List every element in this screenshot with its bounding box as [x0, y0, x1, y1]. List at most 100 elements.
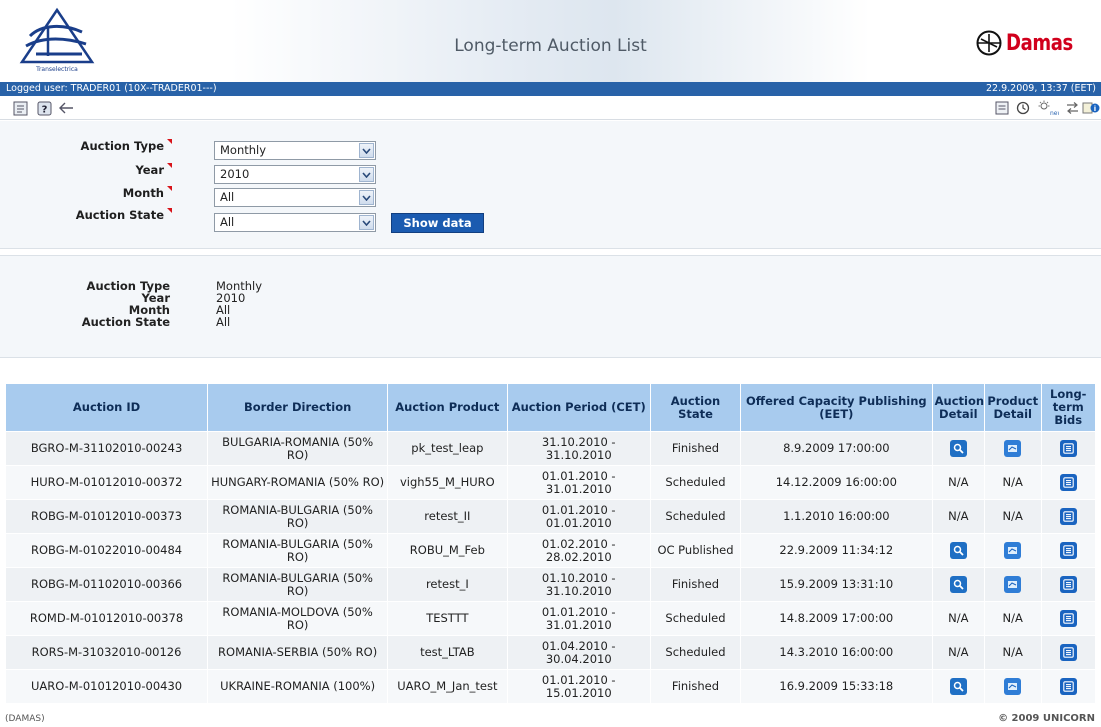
- cell-long-term-bids: [1040, 669, 1096, 704]
- month-select[interactable]: All: [214, 188, 376, 207]
- cell-auction-id: ROBG-M-01102010-00366: [4, 567, 209, 602]
- cell-auction-detail: N/A: [931, 499, 985, 534]
- long-term-bids-icon[interactable]: [1059, 542, 1077, 559]
- cell-auction-detail: [931, 669, 985, 704]
- cell-auction-detail: N/A: [931, 635, 985, 670]
- cell-auction-period: 01.04.2010 - 30.04.2010: [506, 635, 651, 670]
- long-term-bids-icon[interactable]: [1059, 678, 1077, 695]
- cell-product-detail-icon[interactable]: [1004, 678, 1022, 695]
- cell-auction-detail-icon[interactable]: [949, 440, 967, 457]
- cell-auction-state: Scheduled: [649, 601, 742, 636]
- cell-auction-state: OC Published: [649, 533, 742, 568]
- cell-auction-detail: [931, 567, 985, 602]
- cell-product-detail: N/A: [983, 465, 1042, 500]
- required-marker-icon: [167, 139, 172, 144]
- chevron-down-icon[interactable]: [359, 190, 374, 205]
- auction-type-label: Auction Type: [12, 139, 172, 153]
- back-arrow-icon[interactable]: [58, 100, 74, 116]
- cell-border-direction: UKRAINE-ROMANIA (100%): [207, 669, 389, 704]
- header-offered-capacity-publishing[interactable]: Offered Capacity Publishing (EET): [740, 383, 933, 432]
- cell-product-detail: N/A: [983, 601, 1042, 636]
- cell-product-detail: [983, 567, 1042, 602]
- required-marker-icon: [167, 186, 172, 191]
- toolbar: ? new i: [0, 96, 1101, 120]
- cell-auction-period: 31.10.2010 - 31.10.2010: [506, 431, 651, 466]
- cell-auction-detail-icon[interactable]: [949, 542, 967, 559]
- footer-app-name: (DAMAS): [5, 714, 45, 724]
- cell-auction-id: BGRO-M-31102010-00243: [4, 431, 209, 466]
- cell-auction-period: 01.10.2010 - 31.10.2010: [506, 567, 651, 602]
- cell-product-detail: [983, 431, 1042, 466]
- long-term-bids-icon[interactable]: [1059, 610, 1077, 627]
- header-auction-state[interactable]: Auction State: [649, 383, 742, 432]
- header-auction-id[interactable]: Auction ID: [4, 383, 209, 432]
- page-title: Long-term Auction List: [454, 36, 647, 56]
- chevron-down-icon[interactable]: [359, 167, 374, 182]
- damas-logo-text: Damas: [1005, 30, 1073, 56]
- clock-icon[interactable]: [1015, 100, 1031, 116]
- cell-auction-id: UARO-M-01012010-00430: [4, 669, 209, 704]
- header-auction-product[interactable]: Auction Product: [387, 383, 508, 432]
- table-row: ROMD-M-01012010-00378 ROMANIA-MOLDOVA (50…: [4, 601, 1096, 636]
- chevron-down-icon[interactable]: [359, 143, 374, 158]
- cell-auction-state: Finished: [649, 431, 742, 466]
- cell-offered-capacity-publishing: 16.9.2009 15:33:18: [740, 669, 933, 704]
- auction-type-select[interactable]: Monthly: [214, 141, 376, 160]
- year-select[interactable]: 2010: [214, 165, 376, 184]
- table-row: ROBG-M-01022010-00484 ROMANIA-BULGARIA (5…: [4, 533, 1096, 568]
- cell-border-direction: ROMANIA-MOLDOVA (50% RO): [207, 601, 389, 636]
- cell-auction-product: ROBU_M_Feb: [387, 533, 508, 568]
- logged-user-text: Logged user: TRADER01 (10X--TRADER01---): [6, 83, 217, 94]
- cell-border-direction: ROMANIA-BULGARIA (50% RO): [207, 499, 389, 534]
- year-value: 2010: [220, 167, 250, 181]
- cell-auction-state: Scheduled: [649, 465, 742, 500]
- summary-auction-state-label: Auction State: [81, 315, 170, 329]
- datetime-text: 22.9.2009, 13:37 (EET): [985, 83, 1096, 94]
- cell-auction-state: Scheduled: [649, 635, 742, 670]
- cell-auction-detail-icon[interactable]: [949, 678, 967, 695]
- long-term-bids-icon[interactable]: [1059, 644, 1077, 661]
- long-term-bids-icon[interactable]: [1059, 508, 1077, 525]
- table-row: ROBG-M-01102010-00366 ROMANIA-BULGARIA (5…: [4, 567, 1096, 602]
- cell-auction-product: UARO_M_Jan_test: [387, 669, 508, 704]
- help-icon[interactable]: ?: [36, 100, 52, 116]
- cell-product-detail: N/A: [983, 635, 1042, 670]
- svg-text:?: ?: [41, 104, 47, 115]
- table-row: ROBG-M-01012010-00373 ROMANIA-BULGARIA (5…: [4, 499, 1096, 534]
- auction-state-select[interactable]: All: [214, 213, 376, 232]
- notes-info-icon[interactable]: i: [1082, 100, 1100, 116]
- cell-border-direction: ROMANIA-SERBIA (50% RO): [207, 635, 389, 670]
- new-sun-icon[interactable]: new: [1037, 100, 1059, 116]
- cell-auction-period: 01.01.2010 - 01.01.2010: [506, 499, 651, 534]
- header-border-direction[interactable]: Border Direction: [207, 383, 389, 432]
- cell-product-detail: [983, 669, 1042, 704]
- cell-auction-state: Finished: [649, 567, 742, 602]
- cell-auction-detail: N/A: [931, 465, 985, 500]
- chevron-down-icon[interactable]: [359, 215, 374, 230]
- required-marker-icon: [167, 163, 172, 168]
- cell-auction-state: Scheduled: [649, 499, 742, 534]
- header-auction-period[interactable]: Auction Period (CET): [506, 383, 651, 432]
- long-term-bids-icon[interactable]: [1059, 440, 1077, 457]
- cell-product-detail: N/A: [983, 499, 1042, 534]
- auction-type-value: Monthly: [220, 143, 267, 157]
- svg-text:i: i: [1094, 105, 1096, 113]
- long-term-bids-icon[interactable]: [1059, 474, 1077, 491]
- list-icon[interactable]: [994, 100, 1010, 116]
- month-value: All: [220, 190, 235, 204]
- show-data-button[interactable]: Show data: [391, 213, 484, 233]
- transfer-icon[interactable]: [1064, 100, 1080, 116]
- long-term-bids-icon[interactable]: [1059, 576, 1077, 593]
- cell-product-detail: [983, 533, 1042, 568]
- app-header: Transelectrica Long-term Auction List Da…: [0, 0, 1101, 82]
- cell-product-detail-icon[interactable]: [1004, 542, 1022, 559]
- cell-product-detail-icon[interactable]: [1004, 440, 1022, 457]
- damas-emblem-icon: [976, 30, 1002, 56]
- cell-product-detail-icon[interactable]: [1004, 576, 1022, 593]
- cell-auction-product: vigh55_M_HURO: [387, 465, 508, 500]
- cell-auction-detail: [931, 431, 985, 466]
- cell-auction-detail-icon[interactable]: [949, 576, 967, 593]
- table-row: UARO-M-01012010-00430 UKRAINE-ROMANIA (10…: [4, 669, 1096, 704]
- cell-offered-capacity-publishing: 14.3.2010 16:00:00: [740, 635, 933, 670]
- document-icon[interactable]: [12, 100, 28, 116]
